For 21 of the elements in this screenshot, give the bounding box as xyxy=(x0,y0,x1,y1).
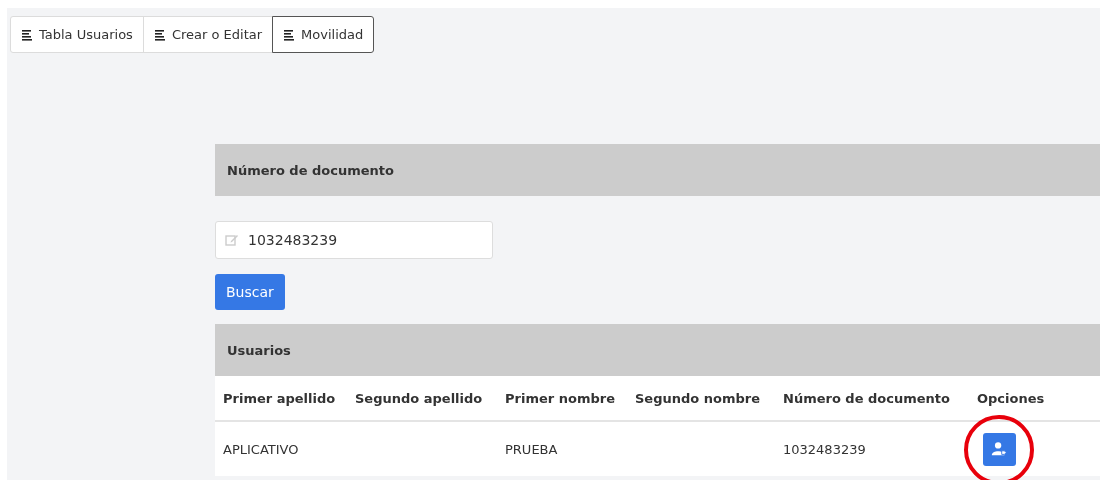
panel-title: Número de documento xyxy=(227,162,394,178)
tab[interactable]: Movilidad xyxy=(272,16,375,53)
user-icon xyxy=(990,440,1008,458)
tab[interactable]: Crear o Editar xyxy=(142,16,274,53)
align-icon xyxy=(283,28,296,41)
search-button[interactable]: Buscar xyxy=(215,274,285,310)
table-cell-text: PRUEBA xyxy=(505,441,559,457)
align-icon xyxy=(153,28,166,41)
column-header: Número de documento xyxy=(783,390,951,406)
table-cell-text: 1032483239 xyxy=(783,441,867,457)
column-header: Opciones xyxy=(977,390,1046,406)
document-field[interactable]: 1032483239 xyxy=(215,221,493,259)
tab[interactable]: Tabla Usuarios xyxy=(10,16,144,53)
column-header: Segundo nombre xyxy=(635,390,762,406)
align-icon xyxy=(21,28,33,41)
column-header: Primer nombre xyxy=(505,390,616,406)
column-header: Segundo apellido xyxy=(355,390,484,406)
user-options-button[interactable] xyxy=(982,432,1016,466)
table-cell-text: APLICATIVO xyxy=(223,441,300,457)
panel-title: Usuarios xyxy=(227,342,291,358)
column-header: Primer apellido xyxy=(223,390,337,406)
